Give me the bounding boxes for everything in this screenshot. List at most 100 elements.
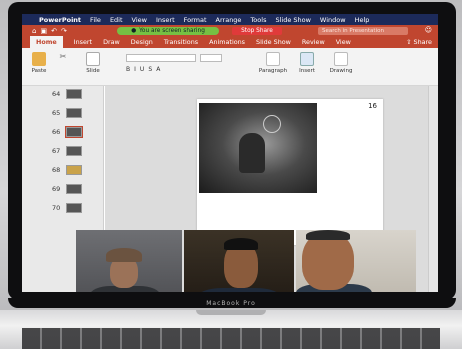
- thumbnail-number: 66: [52, 128, 61, 136]
- paragraph-label: Paragraph: [258, 68, 288, 74]
- current-slide[interactable]: 16: [197, 99, 383, 245]
- thumbnail-67[interactable]: 67: [22, 143, 104, 159]
- thumbnail-image: [66, 165, 82, 175]
- thumbnail-number: 65: [52, 109, 61, 117]
- macos-menubar: PowerPoint File Edit View Insert Format …: [22, 14, 438, 25]
- undo-icon[interactable]: ↶: [51, 27, 57, 35]
- search-input[interactable]: Search in Presentation: [318, 26, 408, 35]
- tab-review[interactable]: Review: [302, 38, 325, 46]
- menu-window[interactable]: Window: [320, 16, 346, 24]
- home-icon[interactable]: ⌂: [32, 27, 36, 35]
- menu-edit[interactable]: Edit: [110, 16, 123, 24]
- menu-view[interactable]: View: [132, 16, 147, 24]
- laptop-screen: PowerPoint File Edit View Insert Format …: [22, 14, 438, 292]
- tab-insert[interactable]: Insert: [74, 38, 92, 46]
- laptop-brand: MacBook Pro: [206, 300, 256, 307]
- thumbnail-number: 64: [52, 90, 61, 98]
- thumbnail-number: 69: [52, 185, 61, 193]
- menu-slide-show[interactable]: Slide Show: [275, 16, 310, 24]
- redo-icon[interactable]: ↷: [61, 27, 67, 35]
- tab-view[interactable]: View: [336, 38, 351, 46]
- insert-shape-icon: [300, 52, 314, 66]
- new-slide-button[interactable]: Slide: [80, 52, 106, 74]
- tab-draw[interactable]: Draw: [103, 38, 120, 46]
- laptop-hinge-notch: [196, 310, 266, 315]
- thumbnail-66[interactable]: 66: [22, 124, 104, 140]
- thumbnail-68[interactable]: 68: [22, 162, 104, 178]
- thumbnail-65[interactable]: 65: [22, 105, 104, 121]
- app-titlebar: ⌂ ▣ ↶ ↷ ● You are screen sharing Stop Sh…: [22, 25, 438, 36]
- share-label: Share: [413, 38, 432, 46]
- video-participant-strip: [76, 230, 416, 292]
- laptop-keyboard: [22, 328, 440, 349]
- share-button[interactable]: ⇪ Share: [406, 36, 432, 48]
- thumbnail-image: [66, 146, 82, 156]
- screen-sharing-banner[interactable]: ● You are screen sharing: [117, 26, 219, 35]
- menu-arrange[interactable]: Arrange: [216, 16, 242, 24]
- user-icon[interactable]: ☺: [425, 26, 432, 34]
- thumbnail-image: [65, 126, 83, 138]
- share-shield-icon: ●: [131, 27, 137, 34]
- tab-animations[interactable]: Animations: [209, 38, 245, 46]
- thumbnail-number: 67: [52, 147, 61, 155]
- insert-label: Insert: [299, 68, 315, 74]
- artwork-figure-shape: [239, 133, 265, 173]
- stop-share-button[interactable]: Stop Share: [232, 26, 282, 35]
- ribbon-tab-bar: Home Insert Draw Design Transitions Anim…: [22, 36, 438, 48]
- thumbnail-number: 68: [52, 166, 61, 174]
- thumbnail-number: 70: [52, 204, 61, 212]
- menu-insert[interactable]: Insert: [156, 16, 175, 24]
- stop-share-label: Stop Share: [241, 27, 273, 34]
- participant-face: [302, 232, 354, 290]
- save-icon[interactable]: ▣: [40, 27, 47, 35]
- drawing-icon: [334, 52, 348, 66]
- slide-number: 16: [368, 102, 377, 110]
- participant-hair: [224, 238, 258, 250]
- participant-tile-2[interactable]: [184, 230, 294, 292]
- thumbnail-image: [66, 89, 82, 99]
- paste-label: Paste: [31, 68, 47, 74]
- font-color-icon[interactable]: A: [156, 66, 164, 73]
- menu-file[interactable]: File: [90, 16, 101, 24]
- photo-scene: PowerPoint File Edit View Insert Format …: [0, 0, 462, 349]
- ribbon-home: Paste ✂ Slide BIUSA Paragraph Insert Dra…: [22, 48, 438, 86]
- paragraph-icon: [266, 52, 280, 66]
- font-size-select[interactable]: [200, 54, 222, 62]
- thumbnail-image: [66, 203, 82, 213]
- text-format-row: BIUSA: [126, 66, 164, 73]
- tab-transitions[interactable]: Transitions: [164, 38, 198, 46]
- menu-tools[interactable]: Tools: [250, 16, 266, 24]
- paste-button[interactable]: Paste: [28, 52, 50, 74]
- paragraph-button[interactable]: Paragraph: [258, 52, 288, 74]
- new-slide-icon: [86, 52, 100, 66]
- drawing-button[interactable]: Drawing: [326, 52, 356, 74]
- thumbnail-64[interactable]: 64: [22, 86, 104, 102]
- quick-access-toolbar: ⌂ ▣ ↶ ↷: [22, 27, 94, 35]
- menu-app-name[interactable]: PowerPoint: [39, 16, 81, 24]
- drawing-label: Drawing: [329, 68, 353, 74]
- insert-button[interactable]: Insert: [294, 52, 320, 74]
- artwork-moon-shape: [263, 115, 281, 133]
- clipboard-icon: [32, 52, 46, 66]
- right-scrollbar[interactable]: [428, 86, 438, 292]
- participant-hair: [306, 230, 350, 240]
- thumbnail-70[interactable]: 70: [22, 200, 104, 216]
- participant-tile-1[interactable]: [76, 230, 182, 292]
- slide-label: Slide: [86, 68, 100, 74]
- thumbnail-69[interactable]: 69: [22, 181, 104, 197]
- cut-icon[interactable]: ✂: [56, 52, 70, 61]
- thumbnail-image: [66, 184, 82, 194]
- participant-tile-3[interactable]: [296, 230, 416, 292]
- tab-design[interactable]: Design: [131, 38, 153, 46]
- font-name-select[interactable]: [126, 54, 196, 62]
- participant-cap: [106, 248, 142, 262]
- slide-artwork[interactable]: [199, 103, 317, 193]
- participant-body: [198, 288, 280, 292]
- menu-format[interactable]: Format: [184, 16, 207, 24]
- tab-slide-show[interactable]: Slide Show: [256, 38, 291, 46]
- menu-help[interactable]: Help: [355, 16, 370, 24]
- thumbnail-image: [66, 108, 82, 118]
- screen-sharing-label: You are screen sharing: [139, 27, 205, 34]
- tab-home[interactable]: Home: [30, 36, 63, 48]
- bold-icon[interactable]: B: [126, 66, 134, 73]
